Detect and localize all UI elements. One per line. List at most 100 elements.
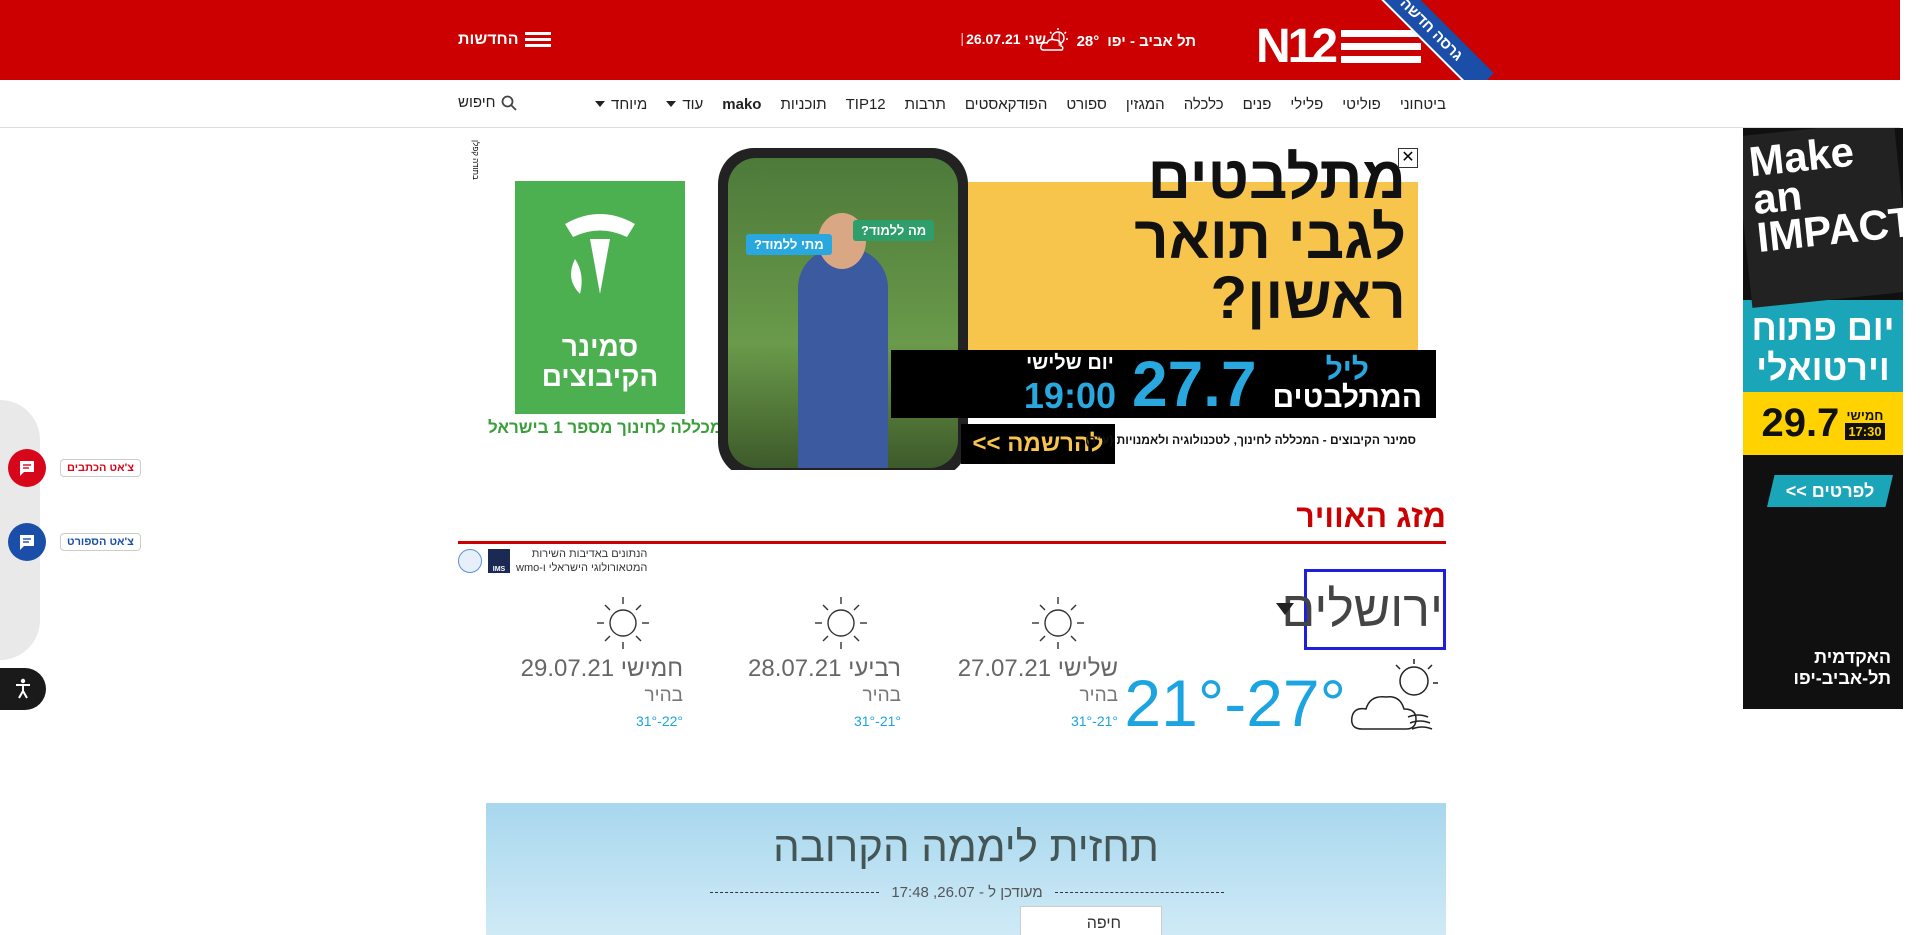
day-condition: בהיר — [644, 685, 684, 706]
event-date: 27.7 — [1131, 348, 1257, 420]
side-ad-day: חמישי — [1846, 407, 1884, 423]
city-select[interactable]: ירושלים — [1281, 569, 1446, 650]
side-ad-open-day: יום פתוח וירטואלי — [1743, 300, 1903, 392]
chat-icon — [8, 449, 46, 487]
news-label: החדשות — [458, 30, 519, 48]
nav-item-more[interactable]: עוד — [666, 96, 703, 113]
divider-line — [1054, 891, 1224, 893]
nav-item-mako[interactable]: mako — [722, 96, 761, 113]
search-icon — [502, 95, 518, 111]
forecast-city-card[interactable]: חיפה — [1020, 906, 1162, 935]
header-separator-2: | — [960, 30, 964, 46]
day-range: 31°-21° — [853, 713, 901, 729]
day-name: רביעי 28.07.21 — [748, 655, 901, 682]
event-name: ליל המתלבטים — [1272, 353, 1422, 414]
chat-icon — [8, 523, 46, 561]
nav-item-crime[interactable]: פלילי — [1290, 96, 1323, 113]
main-nav: ביטחוני פוליטי פלילי פנים כלכלה המגזין ס… — [0, 80, 1900, 128]
event-day: יום שלישי — [1026, 351, 1114, 374]
ims-logo: IMS — [488, 549, 510, 573]
news-menu-button[interactable]: החדשות — [458, 29, 551, 50]
ad-headline-line3: ראשון? — [1210, 264, 1406, 331]
nav-item-special[interactable]: מיוחד — [595, 96, 647, 113]
side-ad-date: חמישי 17:30 29.7 — [1743, 392, 1903, 455]
search-button[interactable]: חיפוש — [458, 94, 518, 111]
weather-header: מזג האוויר — [458, 495, 1446, 544]
weather-source: IMS הנתונים באדיבות השירות המטאורולוגי ה… — [458, 547, 647, 575]
cloudy-sun-icon — [1348, 655, 1444, 744]
event-name-big: המתלבטים — [1272, 381, 1422, 414]
search-label: חיפוש — [458, 94, 496, 111]
ad-event-strip: ליל המתלבטים 27.7 יום שלישי 19:00 — [891, 348, 1436, 420]
nav-item-sport[interactable]: ספורט — [1066, 96, 1107, 113]
nav-item-tip12[interactable]: TIP12 — [846, 96, 886, 113]
sport-chat-button[interactable]: צ'אט הספורט — [8, 523, 141, 561]
nav-item-politics[interactable]: פוליטי — [1342, 96, 1381, 113]
accessibility-button[interactable] — [0, 668, 46, 710]
weather-source-line2: המטאורולוגי הישראלי ו-wmo — [516, 562, 648, 574]
header-weather-city: תל אביב - יפו — [1107, 32, 1196, 50]
header-weather[interactable]: תל אביב - יפו 28° — [1039, 28, 1196, 54]
side-ad-details-button[interactable]: לפרטים >> — [1767, 475, 1893, 507]
top-header: N12 גרסה חדשה תל אביב - יפו 28° | שני 26… — [0, 0, 1900, 93]
writers-chat-button[interactable]: צ'אט הכתבים — [8, 449, 141, 487]
day-condition: בהיר — [1079, 685, 1119, 706]
phone-bubble-when: מתי ללמוד? — [746, 234, 832, 255]
forecast-updated-text: מעודכן ל - 26.07, 17:48 — [891, 883, 1043, 901]
header-separator: | — [1057, 30, 1061, 46]
person-body — [798, 248, 888, 468]
ad-tiny-text: בתודה קפלן — [471, 140, 480, 180]
nav-item-security[interactable]: ביטחוני — [1400, 96, 1446, 113]
ad-footnote: סמינר הקיבוצים - המכללה לחינוך, לטכנולוג… — [1085, 433, 1416, 447]
side-ad-banner[interactable]: Make an IMPACT יום פתוח וירטואלי חמישי 17… — [1743, 128, 1903, 709]
wmo-logo-icon — [458, 549, 482, 573]
nav-item-more-label: עוד — [682, 95, 704, 113]
top-ad-banner[interactable]: בתודה קפלן סמינר הקיבוצים המכללה לחינוך … — [458, 140, 1446, 470]
side-ad-brand: האקדמית תל-אביב-יפו — [1793, 647, 1891, 688]
side-ad-headline: Make an IMPACT — [1743, 128, 1903, 308]
nav-item-magazine[interactable]: המגזין — [1126, 96, 1165, 113]
forecast-section: תחזית ליממה הקרובה מעודכן ל - 26.07, 17:… — [486, 803, 1446, 935]
day-name: שלישי 27.07.21 — [957, 655, 1118, 682]
logo-stripes — [1341, 24, 1422, 69]
side-ad-date-number: 29.7 — [1761, 401, 1840, 445]
event-name-small: ליל — [1325, 353, 1369, 386]
event-time: 19:00 — [1023, 374, 1116, 416]
sport-chat-label: צ'אט הספורט — [60, 533, 141, 551]
day-condition: בהיר — [862, 685, 902, 706]
event-time-block: יום שלישי 19:00 — [1024, 352, 1116, 417]
nav-item-podcasts[interactable]: הפודקאסטים — [965, 96, 1048, 113]
nav-item-economy[interactable]: כלכלה — [1184, 96, 1224, 113]
phone-screen: מה ללמוד? מתי ללמוד? — [728, 158, 958, 468]
header-date: שני 26.07.21 — [966, 31, 1046, 47]
phone-bubble-what: מה ללמוד? — [853, 220, 935, 241]
phone-image: מה ללמוד? מתי ללמוד? — [718, 148, 968, 470]
sun-icon — [815, 597, 867, 649]
city-dropdown-icon[interactable] — [1276, 603, 1294, 615]
header-weather-temp: 28° — [1076, 32, 1100, 50]
nav-item-programs[interactable]: תוכניות — [780, 96, 826, 113]
accessibility-icon — [16, 678, 30, 699]
nav-item-culture[interactable]: תרבות — [905, 96, 946, 113]
ad-headline-line1: מתלבטים — [1147, 144, 1406, 211]
seminar-subtitle: המכללה לחינוך מספר 1 בישראל — [488, 418, 734, 437]
forecast-city-name: חיפה — [1086, 915, 1121, 932]
nav-item-special-label: מיוחד — [611, 95, 648, 113]
weather-source-line1: הנתונים באדיבות השירות — [531, 548, 648, 560]
nav-item-domestic[interactable]: פנים — [1243, 96, 1272, 113]
ad-headline: מתלבטים לגבי תואר ראשון? — [1134, 148, 1406, 328]
chevron-down-icon — [595, 101, 606, 107]
forecast-updated: מעודכן ל - 26.07, 17:48 — [710, 883, 1224, 901]
seminar-logo-box: סמינר הקיבוצים — [515, 181, 685, 414]
day-range: 31°-22° — [635, 713, 683, 729]
day-name: חמישי 29.07.21 — [520, 655, 683, 682]
ad-close-button[interactable]: ✕ — [1398, 148, 1418, 168]
day-range: 31°-21° — [1070, 713, 1118, 729]
weather-title: מזג האוויר — [1296, 498, 1446, 534]
logo-text: N12 — [1256, 19, 1338, 73]
hamburger-icon — [524, 29, 551, 50]
sun-icon — [1032, 597, 1084, 649]
side-ad-time: 17:30 — [1845, 422, 1885, 440]
forecast-title: תחזית ליממה הקרובה — [773, 823, 1159, 870]
sun-icon — [597, 597, 649, 649]
